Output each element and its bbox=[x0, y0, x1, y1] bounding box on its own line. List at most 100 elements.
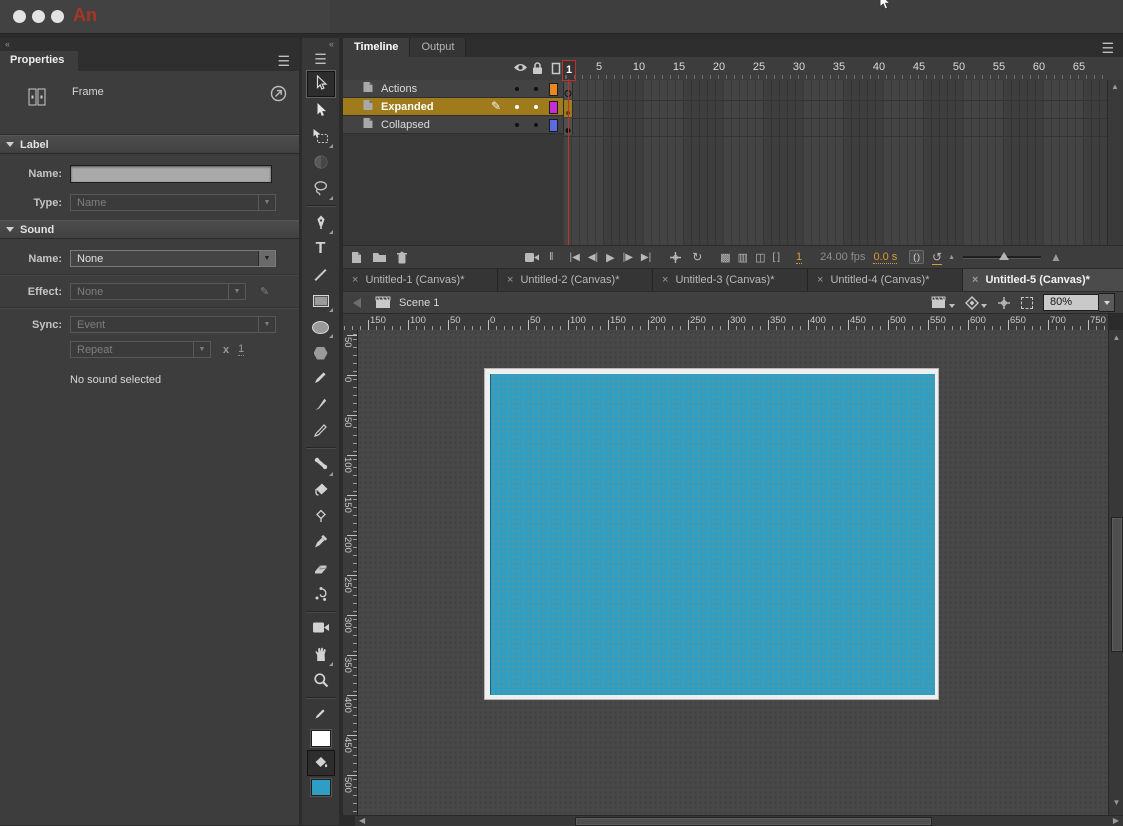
document-tab-1[interactable]: ×Untitled-1 (Canvas)* bbox=[343, 269, 498, 291]
add-camera-button[interactable] bbox=[524, 252, 540, 263]
sound-name-dropdown[interactable]: None ▼ bbox=[70, 250, 276, 267]
tool-art-brush[interactable] bbox=[308, 393, 334, 417]
playhead-frame-indicator[interactable]: 1 bbox=[562, 60, 576, 81]
frame-number-ruler[interactable]: 5101520253035404550556065 bbox=[563, 60, 1108, 75]
section-label-header[interactable]: Label bbox=[0, 135, 299, 154]
tool-pencil[interactable] bbox=[308, 367, 334, 391]
repeat-times-value[interactable]: 1 bbox=[238, 343, 244, 356]
playhead-line[interactable] bbox=[568, 79, 569, 245]
go-to-last-frame-button[interactable]: ▶| bbox=[641, 252, 651, 263]
tool-rectangle[interactable] bbox=[308, 289, 334, 313]
scroll-up-icon[interactable]: ▲ bbox=[1111, 82, 1119, 91]
close-icon[interactable]: × bbox=[662, 274, 668, 286]
label-name-input[interactable] bbox=[70, 165, 272, 183]
go-to-first-frame-button[interactable]: |◀ bbox=[570, 252, 580, 263]
tool-free-transform[interactable] bbox=[308, 125, 334, 149]
tool-selection[interactable] bbox=[307, 71, 335, 97]
loop-playback-button[interactable]: ↻ bbox=[692, 250, 702, 264]
tool-camera[interactable] bbox=[308, 617, 334, 641]
tool-polystar[interactable] bbox=[308, 341, 334, 365]
slider-thumb[interactable] bbox=[999, 252, 1009, 260]
tool-zoom[interactable] bbox=[308, 669, 334, 693]
scene-breadcrumb[interactable]: Scene 1 bbox=[399, 297, 439, 309]
step-back-button[interactable]: ◀| bbox=[588, 252, 598, 263]
timeline-scrollbar[interactable]: ▲ bbox=[1107, 80, 1123, 245]
document-tab-3[interactable]: ×Untitled-3 (Canvas)* bbox=[653, 269, 808, 291]
layer-row-actions[interactable]: Actions bbox=[343, 80, 563, 98]
edit-symbols-button[interactable] bbox=[965, 296, 987, 310]
tool-stroke-color-pencil[interactable] bbox=[308, 703, 334, 727]
layer-lock-dot[interactable] bbox=[534, 123, 538, 127]
tool-hand[interactable] bbox=[308, 643, 334, 667]
new-folder-button[interactable] bbox=[372, 251, 387, 263]
outline-box-icon[interactable] bbox=[551, 62, 561, 78]
horizontal-scrollbar[interactable]: ◀ ▶ bbox=[355, 815, 1123, 826]
zoom-in-frames-icon[interactable]: ▲ bbox=[1050, 250, 1062, 264]
frame-row-collapsed[interactable] bbox=[563, 118, 1108, 137]
edit-multiple-frames-button[interactable]: ◫ bbox=[755, 251, 765, 264]
onion-skin-button[interactable]: ▩ bbox=[720, 251, 730, 264]
vertical-scrollbar[interactable]: ▲ ▼ bbox=[1108, 330, 1123, 815]
tool-classic-brush[interactable] bbox=[308, 419, 334, 443]
tool-text[interactable]: T bbox=[308, 237, 334, 261]
edit-scene-button[interactable] bbox=[931, 296, 955, 309]
tool-bone[interactable] bbox=[308, 453, 334, 477]
tool-lasso[interactable] bbox=[308, 177, 334, 201]
vertical-scroll-thumb[interactable] bbox=[1111, 517, 1123, 652]
close-icon[interactable]: × bbox=[507, 274, 513, 286]
center-frame-button[interactable] bbox=[669, 251, 682, 264]
modify-markers-button[interactable]: [ ] bbox=[772, 252, 780, 263]
stage-zoom-value[interactable]: 80% bbox=[1043, 294, 1099, 311]
tool-fill-color-bucket[interactable] bbox=[307, 750, 335, 776]
delete-layer-trash-button[interactable] bbox=[396, 251, 408, 264]
pasteboard[interactable] bbox=[358, 330, 1108, 815]
lock-icon[interactable] bbox=[532, 62, 543, 78]
close-icon[interactable]: × bbox=[972, 274, 978, 286]
stage-zoom-dropdown-button[interactable] bbox=[1099, 293, 1115, 312]
layer-row-expanded[interactable]: Expanded✎ bbox=[343, 98, 563, 116]
layer-lock-dot[interactable] bbox=[534, 87, 538, 91]
close-icon[interactable]: × bbox=[817, 274, 823, 286]
close-icon[interactable]: × bbox=[352, 274, 358, 286]
tool-eraser[interactable] bbox=[308, 557, 334, 581]
tool-fill-swatch[interactable] bbox=[311, 779, 331, 796]
scroll-up-icon[interactable]: ▲ bbox=[1109, 333, 1123, 342]
layer-color-swatch[interactable] bbox=[549, 101, 558, 114]
document-tab-2[interactable]: ×Untitled-2 (Canvas)* bbox=[498, 269, 653, 291]
tool-asset-warp[interactable] bbox=[308, 583, 334, 607]
tool-ink-bottle[interactable] bbox=[308, 505, 334, 529]
elapsed-time-display[interactable]: 0.0 s bbox=[873, 251, 897, 264]
toolbar-menu-icon[interactable]: ☰ bbox=[314, 52, 327, 66]
clip-content-icon[interactable] bbox=[1021, 297, 1033, 309]
frame-rate-display[interactable]: 24.00 fps bbox=[820, 251, 865, 263]
visibility-eye-icon[interactable] bbox=[513, 62, 528, 76]
frame-row-expanded[interactable] bbox=[563, 100, 1108, 119]
window-minimize-button[interactable] bbox=[32, 10, 45, 23]
tool-eyedropper[interactable] bbox=[308, 531, 334, 555]
layer-visibility-dot[interactable] bbox=[515, 87, 519, 91]
stage-zoom-control[interactable]: 80% bbox=[1043, 293, 1115, 312]
new-layer-button[interactable] bbox=[350, 251, 363, 264]
tool-paint-bucket[interactable] bbox=[308, 479, 334, 503]
section-sound-header[interactable]: Sound bbox=[0, 220, 299, 239]
tool-oval[interactable] bbox=[308, 315, 334, 339]
layer-depth-button[interactable]: ‖ bbox=[549, 251, 554, 263]
tab-output[interactable]: Output bbox=[410, 38, 466, 57]
properties-menu-icon[interactable]: ☰ bbox=[277, 54, 290, 68]
timeline-span-toggle-button[interactable]: ( ) bbox=[909, 250, 924, 264]
document-tab-4[interactable]: ×Untitled-4 (Canvas)* bbox=[808, 269, 963, 291]
scroll-down-icon[interactable]: ▼ bbox=[1109, 798, 1123, 807]
layer-visibility-dot[interactable] bbox=[515, 105, 519, 109]
tool-subselection[interactable] bbox=[308, 99, 334, 123]
stage[interactable] bbox=[484, 368, 939, 700]
properties-collapse-chevrons[interactable]: « bbox=[0, 38, 299, 51]
window-close-button[interactable] bbox=[13, 10, 26, 23]
timeline-zoom-slider[interactable] bbox=[963, 256, 1041, 259]
layer-visibility-dot[interactable] bbox=[515, 123, 519, 127]
current-frame-display[interactable]: 1 bbox=[796, 251, 802, 264]
layer-lock-dot[interactable] bbox=[534, 105, 538, 109]
center-stage-crosshair-icon[interactable] bbox=[997, 296, 1011, 310]
tab-properties[interactable]: Properties bbox=[0, 51, 78, 71]
tool-gradient-transform[interactable] bbox=[308, 151, 334, 175]
frame-row-actions[interactable] bbox=[563, 82, 1108, 101]
